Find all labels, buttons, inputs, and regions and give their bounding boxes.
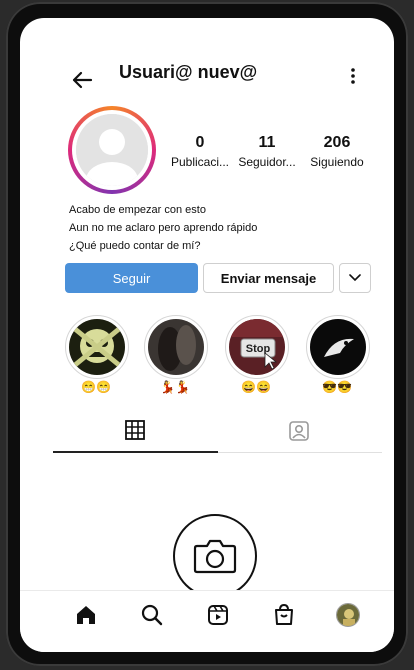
default-avatar-icon: [76, 114, 148, 186]
stat-posts-label: Publicaci...: [170, 155, 230, 169]
stat-posts[interactable]: 0 Publicaci...: [168, 134, 232, 169]
stop-sign-text: Stop: [246, 343, 271, 355]
send-message-button[interactable]: Enviar mensaje: [203, 263, 334, 293]
profile-avatar[interactable]: [336, 603, 360, 627]
home-icon[interactable]: [74, 603, 98, 627]
bottom-navigation: [20, 590, 394, 652]
tagged-person-icon[interactable]: [288, 420, 310, 442]
highlight-2-label: 💃💃: [160, 380, 190, 394]
profile-bio: Acabo de empezar con esto Aun no me acla…: [69, 201, 257, 255]
highlight-4[interactable]: [306, 315, 370, 379]
stat-following-label: Siguiendo: [310, 155, 364, 169]
active-tab-indicator: [53, 451, 218, 453]
grid-icon[interactable]: [125, 420, 145, 440]
highlight-3-label: 😄😄: [241, 380, 271, 394]
stat-followers[interactable]: 11 Seguidor...: [236, 134, 298, 169]
arrow-left-icon[interactable]: [69, 67, 95, 93]
stat-followers-value: 11: [258, 134, 276, 151]
highlight-1-label: 😁😁: [81, 380, 111, 394]
highlight-3[interactable]: Stop: [225, 315, 289, 379]
highlight-3-image: Stop: [229, 319, 285, 375]
bio-line: Aun no me aclaro pero aprendo rápido: [69, 222, 258, 234]
search-icon[interactable]: [140, 603, 164, 627]
phone-frame: Usuari@ nuev@ 0 Publicaci... 11 Seguidor…: [6, 2, 408, 666]
stat-following-value: 206: [323, 134, 351, 151]
highlight-2-image: [148, 319, 204, 375]
stat-followers-label: Seguidor...: [238, 155, 296, 169]
chevron-down-icon: [349, 274, 361, 282]
bio-line: ¿Qué puedo contar de mí?: [69, 240, 201, 252]
highlight-1-image: [69, 319, 125, 375]
highlight-1[interactable]: [65, 315, 129, 379]
stat-posts-value: 0: [195, 134, 205, 151]
profile-screen: Usuari@ nuev@ 0 Publicaci... 11 Seguidor…: [20, 18, 394, 652]
bio-line: Acabo de empezar con esto: [69, 204, 206, 216]
profile-username: Usuari@ nuev@: [119, 62, 258, 82]
more-vertical-icon[interactable]: [350, 66, 356, 86]
profile-avatar-ring[interactable]: [68, 106, 156, 194]
stat-following[interactable]: 206 Siguiendo: [306, 134, 368, 169]
reels-icon[interactable]: [206, 603, 230, 627]
shop-icon[interactable]: [272, 603, 296, 627]
highlight-4-label: 😎😎: [322, 380, 352, 394]
highlight-4-image: [310, 319, 366, 375]
suggestions-button[interactable]: [339, 263, 371, 293]
empty-posts-camera: [173, 514, 257, 598]
follow-button[interactable]: Seguir: [65, 263, 198, 293]
camera-icon: [193, 539, 237, 574]
highlight-2[interactable]: [144, 315, 208, 379]
